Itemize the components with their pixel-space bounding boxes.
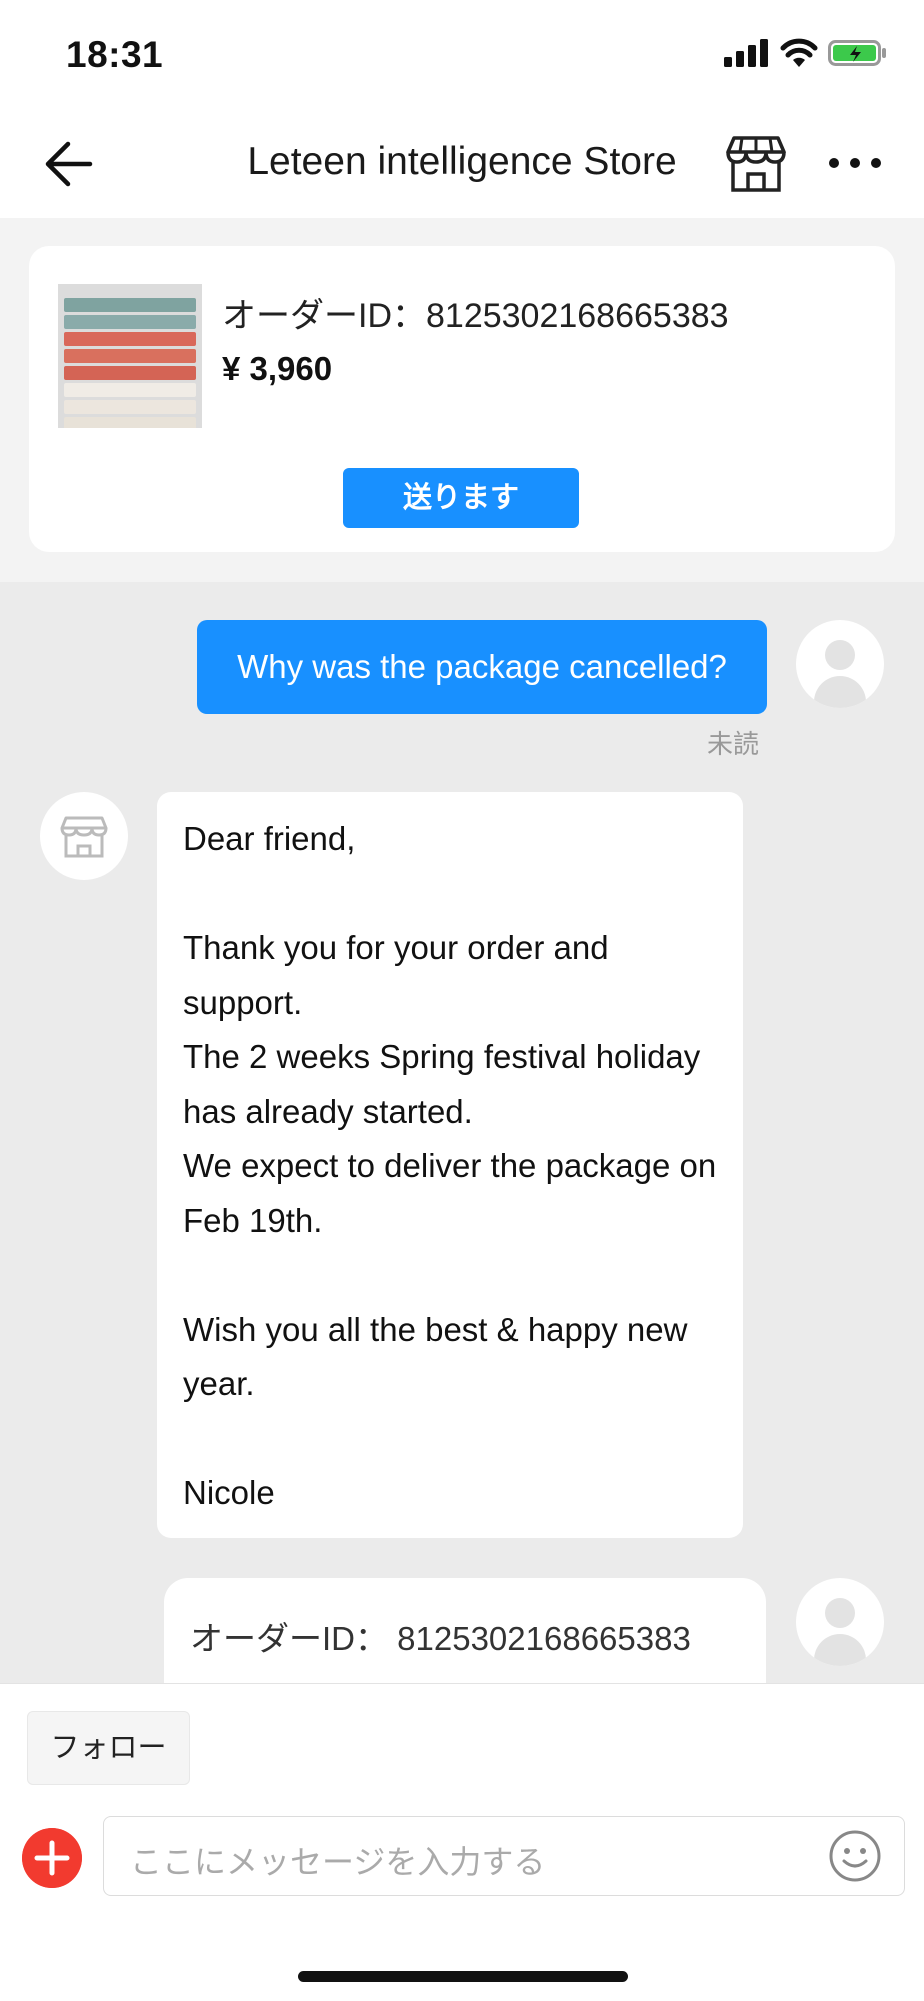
user-avatar[interactable] [796, 1578, 884, 1666]
incoming-message-text: Dear friend, Thank you for your order an… [183, 820, 717, 1511]
status-icons [724, 38, 888, 68]
outgoing-message: Why was the package cancelled? [197, 620, 767, 714]
order-id: オーダーID：8125302168665383 [222, 297, 729, 335]
follow-button[interactable]: フォロー [27, 1711, 190, 1785]
user-avatar[interactable] [796, 620, 884, 708]
header: Leteen intelligence Store [0, 110, 924, 219]
unread-status: 未読 [707, 729, 760, 759]
status-time: 18:31 [66, 34, 164, 75]
send-order-button[interactable]: 送ります [343, 468, 579, 528]
store-avatar-icon [60, 816, 108, 858]
order-message[interactable]: オーダーID： 8125302168665383 [164, 1578, 766, 1698]
home-indicator [298, 1971, 628, 1982]
order-section: オーダーID：8125302168665383 ¥ 3,960 送ります [0, 218, 924, 582]
signal-icon [724, 39, 768, 67]
wifi-icon [780, 38, 818, 67]
store-avatar[interactable] [40, 792, 128, 880]
status-bar: 18:31 [0, 0, 924, 110]
plus-icon[interactable] [22, 1828, 82, 1888]
product-thumbnail[interactable] [58, 284, 202, 428]
order-card[interactable]: オーダーID：8125302168665383 ¥ 3,960 送ります [29, 246, 895, 552]
order-message-text: オーダーID： 8125302168665383 [190, 1620, 691, 1657]
emoji-icon[interactable] [828, 1829, 882, 1883]
order-price: ¥ 3,960 [222, 350, 333, 387]
store-icon[interactable] [724, 134, 788, 194]
more-icon[interactable] [828, 148, 882, 178]
back-arrow-icon[interactable] [42, 138, 94, 190]
incoming-message: Dear friend, Thank you for your order an… [157, 792, 743, 1538]
battery-icon [828, 40, 886, 66]
page-title: Leteen intelligence Store [247, 140, 677, 183]
composer: フォロー ここにメッセージを入力する [0, 1683, 924, 2001]
message-input-placeholder: ここにメッセージを入力する [130, 1844, 546, 1880]
message-input[interactable]: ここにメッセージを入力する [103, 1816, 905, 1896]
